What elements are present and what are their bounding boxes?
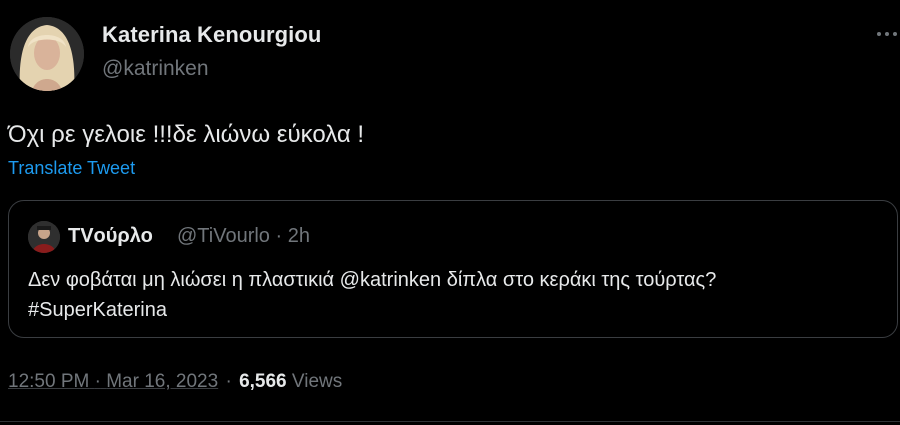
quoted-meta-separator: · xyxy=(275,225,283,247)
quoted-avatar-image xyxy=(28,221,60,253)
views-label: Views xyxy=(291,371,343,392)
tweet-timestamp[interactable]: 12:50 PM · Mar 16, 2023 xyxy=(8,371,218,392)
author-avatar-image xyxy=(10,17,84,91)
footer-separator: · xyxy=(225,371,232,392)
quoted-tweet-hashtag[interactable]: #SuperKaterina xyxy=(28,295,716,325)
quoted-tweet-time[interactable]: 2h xyxy=(288,225,310,247)
quoted-author-handle[interactable]: @TiVourlo xyxy=(177,225,270,247)
tweet-time[interactable]: 12:50 PM xyxy=(8,371,89,392)
quoted-tweet-line-1: Δεν φοβάται μη λιώσει η πλαστικιά @katri… xyxy=(28,269,717,291)
author-name[interactable]: Katerina Kenourgiou xyxy=(102,22,321,48)
author-handle[interactable]: @katrinken xyxy=(102,57,209,81)
translate-tweet-link[interactable]: Translate Tweet xyxy=(8,158,135,179)
tweet-date[interactable]: Mar 16, 2023 xyxy=(106,371,218,392)
more-horizontal-icon[interactable] xyxy=(874,24,900,44)
tweet-footer: 12:50 PM · Mar 16, 2023 · 6,566 Views xyxy=(8,371,342,393)
tweet-text: Όχι ρε γελοιε !!!δε λιώνω εύκολα ! xyxy=(8,121,365,148)
quoted-author-avatar[interactable] xyxy=(28,221,60,253)
quoted-tweet-meta: @TiVourlo · 2h xyxy=(177,225,310,248)
quoted-author-name[interactable]: TVούρλο xyxy=(68,225,153,248)
timestamp-separator: · xyxy=(94,371,101,392)
quoted-tweet-text: Δεν φοβάται μη λιώσει η πλαστικιά @katri… xyxy=(28,265,716,325)
bottom-divider xyxy=(0,421,900,422)
quoted-tweet[interactable]: TVούρλο @TiVourlo · 2h Δεν φοβάται μη λι… xyxy=(8,200,898,338)
views-count: 6,566 xyxy=(239,371,287,392)
tweet-card: Katerina Kenourgiou @katrinken Όχι ρε γε… xyxy=(0,0,900,425)
author-avatar[interactable] xyxy=(10,17,84,91)
